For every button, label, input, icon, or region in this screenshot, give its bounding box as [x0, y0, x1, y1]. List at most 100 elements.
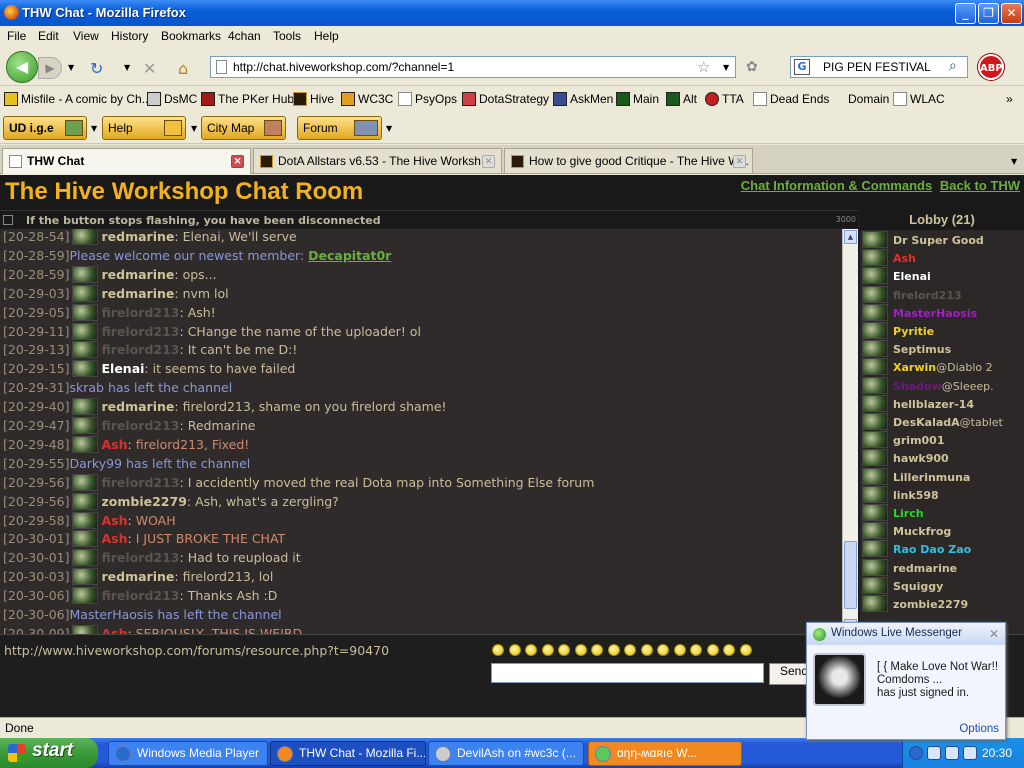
forum-dropdown-icon[interactable]: ▼: [386, 124, 392, 133]
tray-expand-icon[interactable]: [909, 746, 923, 760]
task-irc[interactable]: DevilAsh on #wc3c (...: [428, 741, 584, 766]
lobby-user[interactable]: Muckfrog: [862, 522, 951, 540]
smiley-icon[interactable]: [673, 644, 686, 656]
lobby-user[interactable]: Lillerinmuna: [862, 467, 970, 486]
url-input[interactable]: [233, 58, 703, 76]
menu-history[interactable]: History: [111, 29, 148, 43]
lobby-user[interactable]: Lirch: [862, 504, 924, 522]
scroll-thumb[interactable]: [844, 541, 857, 609]
tab-list-icon[interactable]: ▼: [1011, 157, 1017, 166]
lobby-user[interactable]: MasterHaosis: [862, 303, 977, 322]
minimize-button[interactable]: _: [955, 3, 976, 24]
back-button[interactable]: ◀: [6, 51, 38, 83]
bookmark-item[interactable]: Hive: [293, 92, 334, 106]
addon-icon[interactable]: ✿: [746, 59, 758, 75]
forward-button[interactable]: ▶: [38, 57, 62, 79]
bookmark-item[interactable]: DotaStrategy: [462, 92, 549, 106]
message-username[interactable]: redmarine: [102, 267, 175, 282]
lobby-user[interactable]: hellblazer-14: [862, 394, 974, 413]
smiley-icon[interactable]: [525, 644, 537, 656]
message-username[interactable]: firelord213: [102, 588, 180, 603]
bookmark-item[interactable]: Dead Ends: [753, 92, 829, 106]
menu-tools[interactable]: Tools: [273, 29, 301, 43]
smiley-icon[interactable]: [690, 644, 702, 656]
message-username[interactable]: firelord213: [102, 550, 180, 565]
bookmark-star-icon[interactable]: ☆: [697, 58, 710, 76]
ude-dropdown-icon[interactable]: ▼: [91, 124, 97, 133]
search-icon[interactable]: ⌕: [949, 58, 957, 74]
chat-info-link[interactable]: Chat Information & Commands: [741, 178, 932, 193]
message-username[interactable]: firelord213: [102, 475, 180, 490]
bookmark-item[interactable]: AskMen: [553, 92, 613, 106]
bookmark-item[interactable]: Main: [616, 92, 659, 106]
lobby-user[interactable]: Dr Super Good: [862, 231, 984, 249]
lobby-user[interactable]: hawk900: [862, 449, 949, 467]
search-bar[interactable]: G ⌕: [790, 56, 968, 78]
url-dropdown-icon[interactable]: ▼: [723, 63, 729, 72]
maximize-button[interactable]: ❐: [978, 3, 999, 24]
bookmark-item[interactable]: Domain: [848, 92, 889, 106]
volume-icon[interactable]: [963, 746, 977, 760]
lobby-user[interactable]: grim001: [862, 431, 945, 449]
close-button[interactable]: ✕: [1001, 3, 1022, 24]
messenger-tray-icon[interactable]: [945, 746, 959, 760]
message-username[interactable]: zombie2279: [102, 494, 187, 509]
smiley-icon[interactable]: [723, 644, 735, 656]
task-firefox[interactable]: THW Chat - Mozilla Fi...: [270, 741, 426, 766]
search-input[interactable]: [823, 58, 947, 76]
smiley-icon[interactable]: [492, 644, 504, 656]
lobby-user[interactable]: Shadow@Sleeep.: [862, 376, 994, 395]
bookmark-item[interactable]: WLAC: [893, 92, 945, 106]
menu-edit[interactable]: Edit: [38, 29, 59, 43]
tab-thw-chat[interactable]: THW Chat ✕: [2, 148, 251, 174]
task-media-player[interactable]: Windows Media Player: [108, 741, 268, 766]
options-link[interactable]: Options: [959, 723, 999, 735]
message-username[interactable]: Ash: [102, 437, 128, 452]
close-tab-icon[interactable]: ✕: [231, 155, 244, 168]
close-notification-icon[interactable]: ✕: [989, 627, 999, 641]
smiley-icon[interactable]: [739, 644, 752, 656]
message-username[interactable]: firelord213: [102, 342, 180, 357]
smiley-icon[interactable]: [657, 644, 669, 656]
reload-dropdown-icon[interactable]: ▼: [124, 63, 130, 72]
home-icon[interactable]: ⌂: [178, 59, 188, 78]
chat-message-input[interactable]: [491, 663, 764, 683]
menu-file[interactable]: File: [7, 29, 26, 43]
city-map-button[interactable]: City Map: [201, 116, 286, 140]
lobby-user[interactable]: Pyritie: [862, 322, 934, 340]
bookmark-item[interactable]: Alt: [666, 92, 697, 106]
menu-bookmarks[interactable]: Bookmarks: [161, 29, 221, 43]
bookmark-item[interactable]: TTA: [705, 92, 744, 106]
menu-view[interactable]: View: [73, 29, 99, 43]
smiley-icon[interactable]: [574, 644, 587, 656]
stop-icon[interactable]: ✕: [143, 59, 156, 78]
smiley-icon[interactable]: [640, 644, 653, 656]
message-username[interactable]: firelord213: [102, 305, 180, 320]
lobby-user[interactable]: link598: [862, 485, 939, 504]
bookmark-item[interactable]: PsyOps: [398, 92, 457, 106]
smiley-icon[interactable]: [558, 644, 570, 656]
bookmark-item[interactable]: The PKer Hub: [201, 92, 294, 106]
member-link[interactable]: Decapitat0r: [308, 248, 391, 263]
message-username[interactable]: redmarine: [102, 399, 175, 414]
message-username[interactable]: firelord213: [102, 418, 180, 433]
chat-scrollbar[interactable]: ▲ ▼: [842, 229, 858, 634]
tab-dota-allstars[interactable]: DotA Allstars v6.53 - The Hive Worksh...…: [253, 148, 502, 173]
reload-icon[interactable]: ↻: [90, 59, 103, 78]
smiley-icon[interactable]: [541, 644, 554, 656]
lobby-user[interactable]: Ash: [862, 249, 916, 267]
help-dropdown-icon[interactable]: ▼: [191, 124, 197, 133]
lobby-user[interactable]: Rao Dao Zao: [862, 540, 971, 558]
message-username[interactable]: firelord213: [102, 324, 180, 339]
ude-button[interactable]: UD i.g.e: [3, 116, 87, 140]
close-tab-icon[interactable]: ✕: [733, 155, 746, 168]
lobby-user[interactable]: Septimus: [862, 340, 951, 358]
smiley-icon[interactable]: [607, 644, 620, 656]
message-username[interactable]: redmarine: [102, 229, 175, 244]
lobby-user[interactable]: zombie2279: [862, 595, 968, 613]
scroll-up-icon[interactable]: ▲: [844, 230, 857, 244]
message-username[interactable]: redmarine: [102, 569, 175, 584]
bookmark-item[interactable]: WC3C: [341, 92, 393, 106]
url-bar[interactable]: ☆ ▼: [210, 56, 736, 78]
status-checkbox[interactable]: [3, 215, 13, 225]
